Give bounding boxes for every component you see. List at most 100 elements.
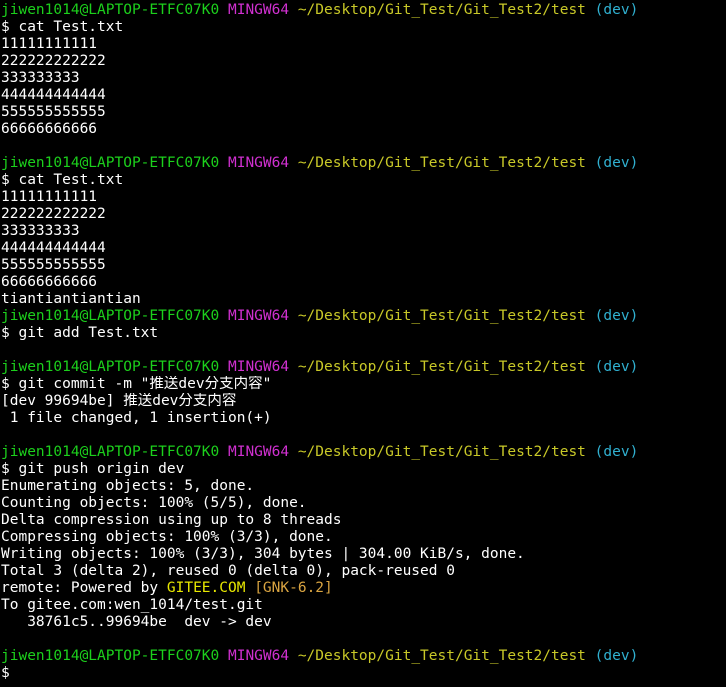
output-line: 444444444444	[1, 240, 726, 257]
output-text: Delta compression using up to 8 threads	[1, 512, 342, 528]
prompt-user-host: jiwen1014@LAPTOP-ETFC07K0	[1, 359, 220, 375]
output-line: 66666666666	[1, 121, 726, 138]
prompt-env: MINGW64	[227, 359, 290, 375]
output-line: Enumerating objects: 5, done.	[1, 478, 726, 495]
output-text: To gitee.com:wen_1014/test.git	[1, 597, 263, 613]
command-line: $ git commit -m "推送dev分支内容"	[1, 376, 726, 393]
prompt-line: jiwen1014@LAPTOP-ETFC07K0 MINGW64 ~/Desk…	[1, 648, 726, 665]
prompt-line: jiwen1014@LAPTOP-ETFC07K0 MINGW64 ~/Desk…	[1, 308, 726, 325]
prompt-branch: (dev)	[594, 308, 639, 324]
prompt-env: MINGW64	[227, 444, 290, 460]
output-line: Total 3 (delta 2), reused 0 (delta 0), p…	[1, 563, 726, 580]
output-text: 333333333	[1, 223, 80, 239]
output-text: 222222222222	[1, 206, 106, 222]
prompt-path: ~/Desktop/Git_Test/Git_Test2/test	[297, 444, 586, 460]
output-text: Writing objects: 100% (3/3), 304 bytes |…	[1, 546, 525, 562]
terminal-window[interactable]: jiwen1014@LAPTOP-ETFC07K0 MINGW64 ~/Desk…	[0, 0, 726, 687]
output-line: Compressing objects: 100% (3/3), done.	[1, 529, 726, 546]
prompt-path: ~/Desktop/Git_Test/Git_Test2/test	[297, 2, 586, 18]
output-text: Total 3 (delta 2), reused 0 (delta 0), p…	[1, 563, 455, 579]
output-text: Enumerating objects: 5, done.	[1, 478, 255, 494]
prompt-branch: (dev)	[594, 2, 639, 18]
prompt-user-host: jiwen1014@LAPTOP-ETFC07K0	[1, 155, 220, 171]
prompt-branch: (dev)	[594, 648, 639, 664]
output-line: 66666666666	[1, 274, 726, 291]
command-text: git commit -m "推送dev分支内容"	[18, 376, 272, 392]
output-line: 555555555555	[1, 257, 726, 274]
output-text: 38761c5..99694be dev -> dev	[1, 614, 272, 630]
output-text: 555555555555	[1, 257, 106, 273]
text-cursor	[18, 665, 26, 680]
prompt-symbol: $	[1, 19, 10, 35]
output-text: 11111111111	[1, 189, 98, 205]
prompt-path: ~/Desktop/Git_Test/Git_Test2/test	[297, 308, 586, 324]
output-line: Delta compression using up to 8 threads	[1, 512, 726, 529]
command-text: git push origin dev	[18, 461, 185, 477]
prompt-line: jiwen1014@LAPTOP-ETFC07K0 MINGW64 ~/Desk…	[1, 155, 726, 172]
output-line: 38761c5..99694be dev -> dev	[1, 614, 726, 631]
prompt-path: ~/Desktop/Git_Test/Git_Test2/test	[297, 155, 586, 171]
output-line: Writing objects: 100% (3/3), 304 bytes |…	[1, 546, 726, 563]
output-line-remote: remote: Powered by GITEE.COM [GNK-6.2]	[1, 580, 726, 597]
prompt-branch: (dev)	[594, 444, 639, 460]
output-line: 1 file changed, 1 insertion(+)	[1, 410, 726, 427]
output-line: 333333333	[1, 70, 726, 87]
output-line: 222222222222	[1, 206, 726, 223]
prompt-line: jiwen1014@LAPTOP-ETFC07K0 MINGW64 ~/Desk…	[1, 359, 726, 376]
output-text: Compressing objects: 100% (3/3), done.	[1, 529, 333, 545]
prompt-symbol: $	[1, 172, 10, 188]
output-line: To gitee.com:wen_1014/test.git	[1, 597, 726, 614]
output-text: 222222222222	[1, 53, 106, 69]
prompt-line: jiwen1014@LAPTOP-ETFC07K0 MINGW64 ~/Desk…	[1, 2, 726, 19]
remote-prefix: remote: Powered by	[1, 580, 167, 596]
prompt-user-host: jiwen1014@LAPTOP-ETFC07K0	[1, 648, 220, 664]
prompt-symbol: $	[1, 325, 10, 341]
output-text: Counting objects: 100% (5/5), done.	[1, 495, 307, 511]
output-line: Counting objects: 100% (5/5), done.	[1, 495, 726, 512]
output-line: [dev 99694be] 推送dev分支内容	[1, 393, 726, 410]
output-text: 555555555555	[1, 104, 106, 120]
prompt-branch: (dev)	[594, 155, 639, 171]
output-line: 11111111111	[1, 189, 726, 206]
prompt-line: jiwen1014@LAPTOP-ETFC07K0 MINGW64 ~/Desk…	[1, 444, 726, 461]
prompt-path: ~/Desktop/Git_Test/Git_Test2/test	[297, 648, 586, 664]
input-line[interactable]: $	[1, 665, 726, 682]
output-text: 1 file changed, 1 insertion(+)	[1, 410, 272, 426]
prompt-env: MINGW64	[227, 155, 290, 171]
output-text: 66666666666	[1, 121, 98, 137]
prompt-branch: (dev)	[594, 359, 639, 375]
output-text: tiantiantiantian	[1, 291, 141, 307]
output-line: 11111111111	[1, 36, 726, 53]
prompt-user-host: jiwen1014@LAPTOP-ETFC07K0	[1, 2, 220, 18]
command-text: git add Test.txt	[18, 325, 159, 341]
command-line: $ cat Test.txt	[1, 19, 726, 36]
output-line: 333333333	[1, 223, 726, 240]
prompt-path: ~/Desktop/Git_Test/Git_Test2/test	[297, 359, 586, 375]
output-text: 333333333	[1, 70, 80, 86]
output-line: 444444444444	[1, 87, 726, 104]
output-text: 11111111111	[1, 36, 98, 52]
command-line: $ cat Test.txt	[1, 172, 726, 189]
output-line: 555555555555	[1, 104, 726, 121]
output-line: tiantiantiantian	[1, 291, 726, 308]
prompt-symbol: $	[1, 461, 10, 477]
output-line: 222222222222	[1, 53, 726, 70]
gnk-label: [GNK-6.2]	[254, 580, 333, 596]
command-line: $ git push origin dev	[1, 461, 726, 478]
command-text: cat Test.txt	[18, 172, 124, 188]
output-text: 444444444444	[1, 240, 106, 256]
output-text: [dev 99694be] 推送dev分支内容	[1, 393, 237, 409]
prompt-user-host: jiwen1014@LAPTOP-ETFC07K0	[1, 308, 220, 324]
output-text: 66666666666	[1, 274, 98, 290]
output-text: 444444444444	[1, 87, 106, 103]
prompt-user-host: jiwen1014@LAPTOP-ETFC07K0	[1, 444, 220, 460]
prompt-env: MINGW64	[227, 308, 290, 324]
prompt-symbol: $	[1, 376, 10, 392]
prompt-env: MINGW64	[227, 648, 290, 664]
prompt-env: MINGW64	[227, 2, 290, 18]
gitee-label: GITEE.COM	[166, 580, 246, 596]
